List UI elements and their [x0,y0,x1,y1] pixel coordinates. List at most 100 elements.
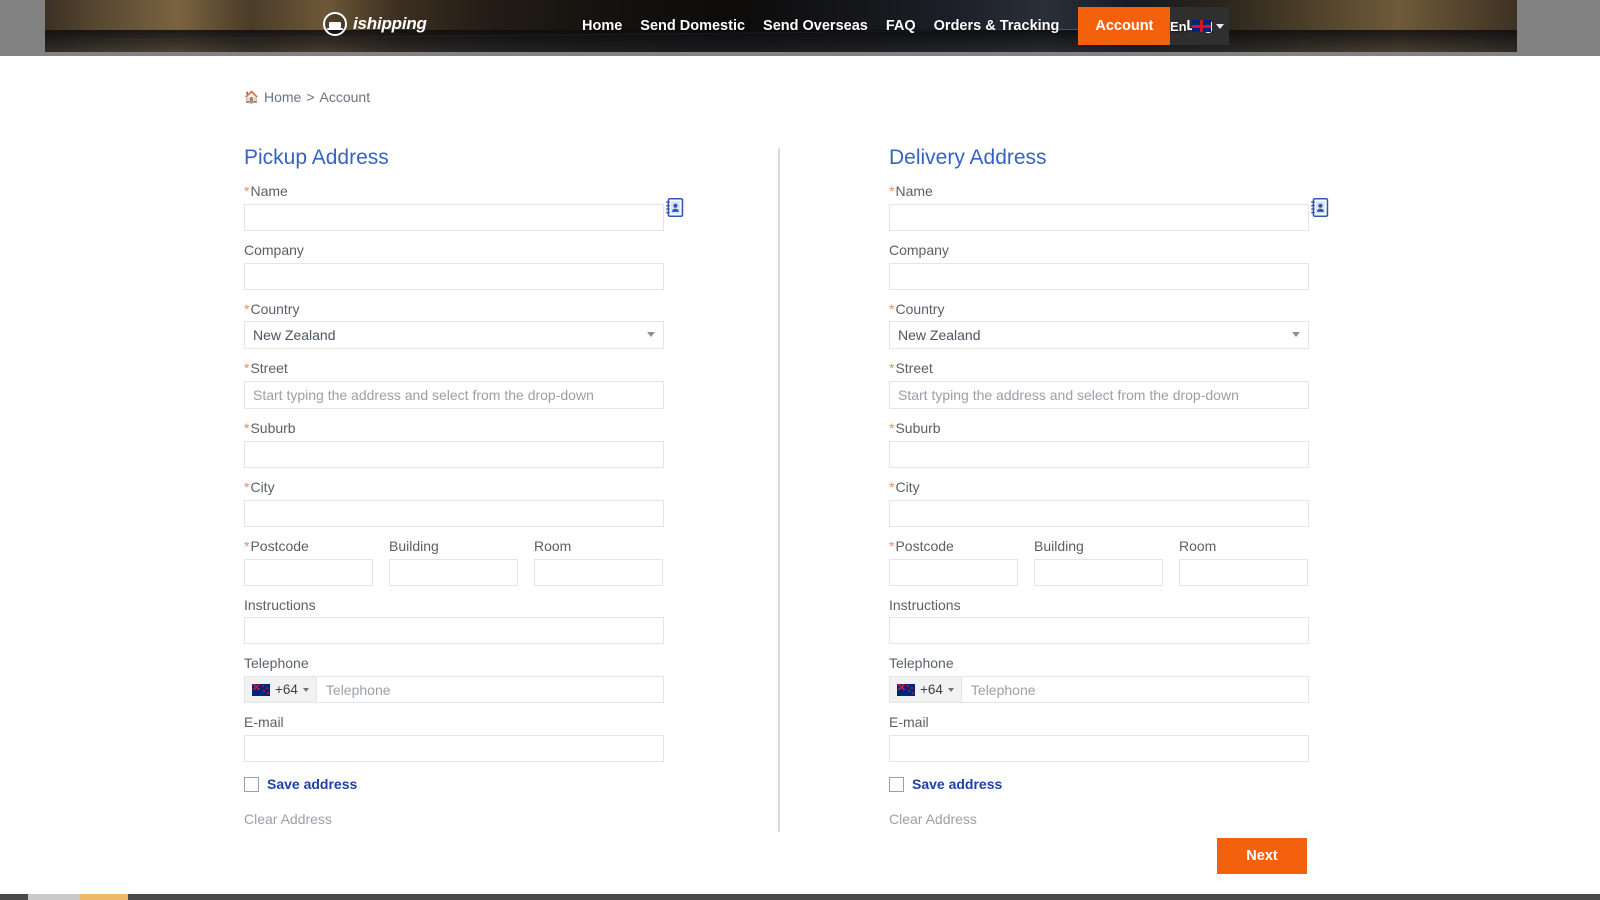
next-button[interactable]: Next [1217,838,1307,874]
delivery-company-input[interactable] [889,262,1309,290]
logo-text: ishipping [353,14,427,33]
nav-item-orders-tracking[interactable]: Orders & Tracking [925,0,1069,52]
pickup-city-label: *City [244,479,275,496]
pickup-country-label: *Country [244,300,300,317]
delivery-company-label: Company [889,241,949,258]
pickup-suburb-input[interactable] [244,441,664,469]
delivery-name-group: *Name [889,183,1329,231]
delivery-clear-address-link[interactable]: Clear Address [889,811,977,827]
pickup-room-input[interactable] [534,558,663,586]
address-book-icon[interactable] [1309,197,1331,218]
delivery-save-address-label[interactable]: Save address [912,776,1002,792]
pickup-suburb-label: *Suburb [244,420,296,437]
pickup-email-group: E-mail [244,714,664,763]
required-star: * [889,300,895,317]
delivery-email-group: E-mail [889,714,1309,763]
pickup-save-address-row: Save address [244,776,664,792]
delivery-telephone-label: Telephone [889,655,954,672]
pickup-postcode-row: *Postcode Building Room [244,538,664,586]
globe-truck-icon [323,12,347,36]
pickup-instructions-input[interactable] [244,617,664,645]
site-logo[interactable]: ishipping [323,12,427,36]
pickup-suburb-group: *Suburb [244,420,664,469]
breadcrumb-separator: > [306,89,315,105]
pickup-country-select[interactable] [244,321,664,350]
pickup-email-input[interactable] [244,735,664,763]
delivery-save-address-row: Save address [889,776,1309,792]
nav-item-account[interactable]: Account [1078,7,1171,45]
bottom-strip-grey-segment [28,894,80,900]
pickup-country-code: +64 [275,682,298,698]
delivery-city-input[interactable] [889,499,1309,527]
breadcrumb: 🏠 Home > Account [244,89,370,105]
nav-item-faq[interactable]: FAQ [877,0,925,52]
nav-item-send-domestic[interactable]: Send Domestic [631,0,754,52]
delivery-telephone-input[interactable] [961,677,1308,703]
delivery-suburb-input[interactable] [889,441,1309,469]
pickup-company-label: Company [244,241,304,258]
delivery-save-address-checkbox[interactable] [889,776,904,792]
delivery-email-label: E-mail [889,714,929,731]
chevron-down-icon [947,687,954,692]
delivery-country-label: *Country [889,300,945,317]
delivery-instructions-label: Instructions [889,596,961,613]
delivery-room-input[interactable] [1179,558,1308,586]
pickup-street-group: *Street [244,360,664,410]
pickup-company-group: Company [244,242,664,290]
address-book-icon[interactable] [664,197,686,218]
delivery-city-group: *City [889,479,1309,527]
chevron-down-icon [1215,23,1224,29]
delivery-email-input[interactable] [889,735,1309,763]
pickup-postcode-label: *Postcode [244,537,309,554]
pickup-name-input[interactable] [244,203,664,231]
required-star: * [244,420,250,437]
pickup-telephone-group: Telephone +64 [244,655,664,704]
delivery-suburb-group: *Suburb [889,420,1309,469]
delivery-street-input[interactable] [889,381,1309,410]
nav-item-home[interactable]: Home [573,0,631,52]
delivery-name-input[interactable] [889,203,1309,231]
language-label: En [1170,18,1187,34]
pickup-section-title: Pickup Address [244,146,389,169]
pickup-save-address-checkbox[interactable] [244,776,259,792]
pickup-country-code-selector[interactable]: +64 [245,677,317,703]
delivery-postcode-input[interactable] [889,558,1018,586]
delivery-instructions-input[interactable] [889,617,1309,645]
nz-flag-icon [897,683,915,696]
pickup-room-label: Room [534,537,572,554]
required-star: * [244,300,250,317]
pickup-instructions-group: Instructions [244,597,664,645]
pickup-address-form: Pickup Address *Name Company *Country Ne… [244,146,684,829]
language-selector[interactable]: En [1170,0,1224,52]
required-star: * [889,479,895,496]
delivery-building-label: Building [1034,537,1084,554]
pickup-clear-address-link[interactable]: Clear Address [244,811,332,827]
pickup-room-group: Room [534,538,663,586]
delivery-building-input[interactable] [1034,558,1163,586]
delivery-room-group: Room [1179,538,1308,586]
delivery-section-title: Delivery Address [889,146,1047,169]
pickup-company-input[interactable] [244,262,664,290]
pickup-telephone-input[interactable] [316,677,663,703]
nav-item-send-overseas[interactable]: Send Overseas [754,0,877,52]
required-star: * [244,183,250,200]
delivery-postcode-row: *Postcode Building Room [889,538,1309,586]
pickup-postcode-input[interactable] [244,558,373,586]
delivery-street-group: *Street [889,360,1309,410]
breadcrumb-home[interactable]: Home [264,89,301,105]
delivery-country-select[interactable] [889,321,1309,350]
delivery-suburb-label: *Suburb [889,420,941,437]
delivery-postcode-label: *Postcode [889,537,954,554]
delivery-country-code: +64 [920,682,943,698]
delivery-country-code-selector[interactable]: +64 [890,677,962,703]
pickup-instructions-label: Instructions [244,596,316,613]
pickup-save-address-label[interactable]: Save address [267,776,357,792]
delivery-street-label: *Street [889,360,933,377]
required-star: * [889,420,895,437]
pickup-telephone-label: Telephone [244,655,309,672]
delivery-telephone-group: Telephone +64 [889,655,1309,704]
pickup-city-input[interactable] [244,499,664,527]
pickup-street-input[interactable] [244,381,664,410]
pickup-building-input[interactable] [389,558,518,586]
bottom-strip [0,894,1600,900]
